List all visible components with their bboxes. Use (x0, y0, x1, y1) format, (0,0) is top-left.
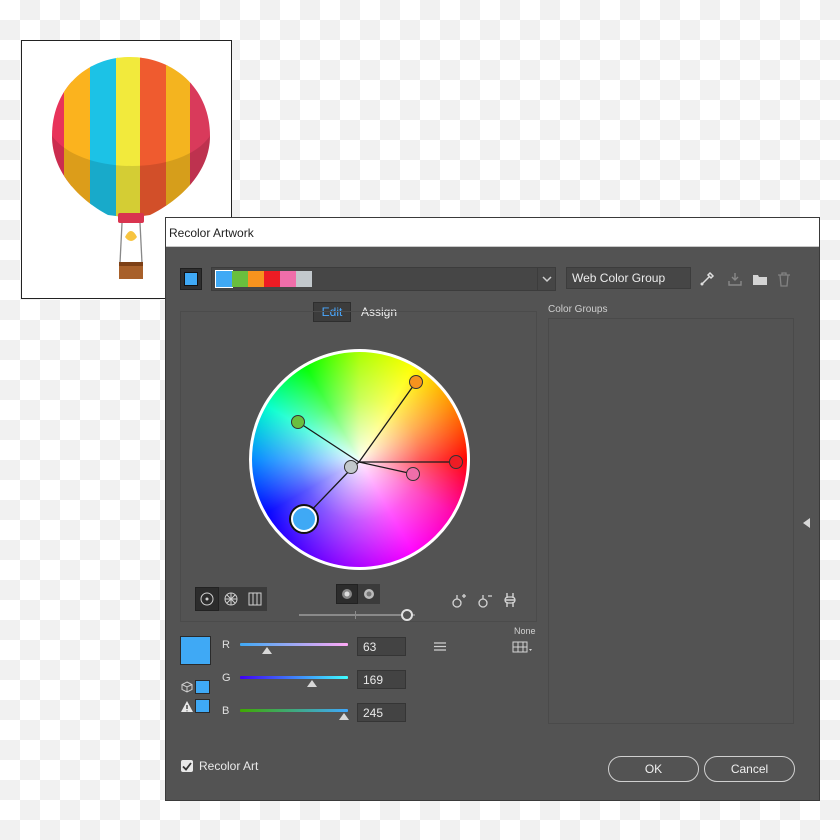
show-saturation-hue-icon[interactable] (358, 584, 380, 604)
slider-b[interactable] (240, 709, 349, 723)
recolor-art-checkbox[interactable] (181, 760, 193, 772)
web-safe-color-swatch[interactable] (195, 680, 210, 694)
wheel-mode-buttons (195, 587, 267, 611)
out-of-gamut-cube-icon (180, 680, 194, 694)
wheel-marker[interactable] (409, 375, 423, 389)
collapse-panel-icon[interactable] (800, 516, 812, 530)
color-groups-list[interactable] (548, 318, 794, 724)
slider-r[interactable] (240, 643, 348, 657)
slider-thumb-b[interactable] (339, 713, 349, 720)
remove-color-tool-icon[interactable] (476, 592, 494, 610)
value-field-b[interactable]: 245 (357, 703, 406, 722)
value-field-g[interactable]: 169 (357, 670, 406, 689)
wheel-marker-base[interactable] (291, 506, 317, 532)
value-field-r[interactable]: 63 (357, 637, 406, 656)
cancel-button[interactable]: Cancel (704, 756, 795, 782)
channel-label-r: R (222, 639, 230, 651)
smooth-color-wheel-icon[interactable] (195, 587, 219, 611)
brightness-slider[interactable] (299, 609, 415, 621)
link-harmony-colors-icon[interactable] (500, 590, 520, 610)
wheel-marker[interactable] (344, 460, 358, 474)
slider-thumb-r[interactable] (262, 647, 272, 654)
show-brightness-hue-icon[interactable] (336, 584, 358, 604)
segmented-color-wheel-icon[interactable] (219, 587, 243, 611)
checkmark-icon (182, 761, 192, 771)
color-groups-label: Color Groups (548, 304, 608, 315)
current-color-swatch[interactable] (180, 636, 211, 665)
slider-thumb-g[interactable] (307, 680, 317, 687)
color-reduction-options-icon[interactable] (511, 639, 535, 655)
slider-g[interactable] (240, 676, 348, 690)
recolor-art-label: Recolor Art (199, 759, 259, 773)
color-reduction-label: None (514, 626, 536, 636)
channel-label-g: G (222, 672, 231, 684)
wheel-marker[interactable] (449, 455, 463, 469)
wheel-marker[interactable] (291, 415, 305, 429)
color-mode-menu-icon[interactable] (432, 639, 448, 653)
warning-icon (180, 699, 194, 713)
add-color-tool-icon[interactable] (450, 592, 468, 610)
wheel-marker[interactable] (406, 467, 420, 481)
channel-label-b: B (222, 705, 230, 717)
brightness-slider-thumb[interactable] (401, 609, 413, 621)
ok-button[interactable]: OK (608, 756, 699, 782)
color-bars-icon[interactable] (243, 587, 267, 611)
in-gamut-color-swatch[interactable] (195, 699, 210, 713)
recolor-artwork-dialog: Recolor Artwork Web Color Group Edit Ass… (165, 217, 820, 801)
wheel-display-toggles (336, 584, 380, 604)
